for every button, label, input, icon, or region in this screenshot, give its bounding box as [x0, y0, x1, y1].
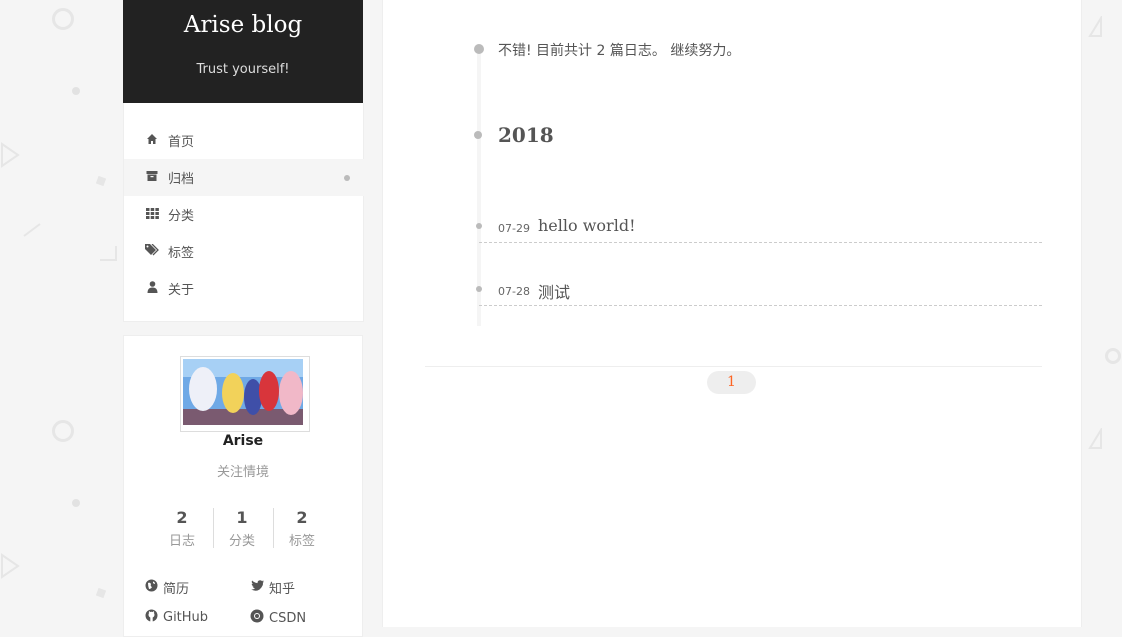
archive-summary: 不错! 目前共计 2 篇日志。 继续努力。	[498, 43, 741, 59]
site-title[interactable]: Arise blog	[123, 12, 363, 38]
bg-triangle-decoration	[1088, 16, 1102, 37]
post-title-link[interactable]: hello world!	[538, 216, 636, 235]
pagination-current-page[interactable]: 1	[707, 371, 756, 394]
author-description: 关注情境	[216, 465, 269, 480]
link-csdn[interactable]: CSDN	[250, 609, 306, 627]
main-content: 不错! 目前共计 2 篇日志。 继续努力。 2018 07-29 hello w…	[382, 0, 1082, 627]
site-brand: Arise blog Trust yourself!	[123, 0, 363, 103]
link-label: 知乎	[269, 582, 296, 597]
grid-icon	[145, 207, 159, 222]
archive-year: 2018	[498, 123, 554, 147]
twitter-icon	[250, 580, 264, 595]
post-title-link[interactable]: 测试	[538, 279, 570, 303]
stat-categories[interactable]: 1 分类	[212, 508, 272, 549]
menu-item-label: 关于	[168, 283, 195, 298]
tags-icon	[145, 243, 159, 259]
bg-circle-decoration	[52, 8, 74, 30]
author-card: Arise 关注情境 2 日志 1 分类 2 标签 简历 知乎 GitHub C…	[123, 335, 363, 637]
menu-item-about[interactable]: 关于	[124, 270, 364, 307]
menu-item-categories[interactable]: 分类	[124, 196, 364, 233]
stat-tags[interactable]: 2 标签	[272, 508, 332, 549]
user-icon	[145, 281, 159, 296]
bg-square-decoration	[95, 587, 107, 599]
timeline-dot	[474, 131, 482, 139]
author-name: Arise	[222, 433, 264, 449]
sidebar-menu: 首页 归档 分类 标签 关于	[123, 103, 364, 322]
bg-circle-decoration	[1105, 348, 1121, 364]
bg-triangle-decoration	[1088, 428, 1102, 449]
home-icon	[145, 133, 159, 148]
bg-triangle-decoration	[1, 553, 20, 579]
stat-count: 1	[236, 508, 248, 527]
archive-post[interactable]: 07-29 hello world!	[479, 216, 1042, 243]
post-date: 07-29	[498, 222, 530, 235]
bg-dot-decoration	[72, 499, 80, 507]
pagination-divider	[425, 366, 1042, 367]
stat-label: 标签	[288, 534, 315, 549]
bg-dot-decoration	[72, 87, 80, 95]
menu-item-label: 分类	[168, 209, 195, 224]
archive-icon	[145, 170, 159, 185]
active-indicator-dot	[344, 175, 350, 181]
globe-icon	[144, 579, 158, 596]
menu-item-archives[interactable]: 归档	[124, 159, 364, 196]
menu-item-label: 首页	[168, 135, 195, 150]
menu-item-label: 标签	[168, 246, 195, 261]
menu-item-home[interactable]: 首页	[124, 122, 364, 159]
bg-corner-decoration	[100, 246, 117, 261]
menu-item-label: 归档	[168, 172, 195, 187]
stat-count: 2	[176, 508, 188, 527]
stat-count: 2	[296, 508, 308, 527]
bg-circle-decoration	[52, 420, 74, 442]
bg-square-decoration	[95, 175, 107, 187]
timeline-dot	[474, 44, 484, 54]
link-label: GitHub	[163, 610, 209, 625]
archive-post[interactable]: 07-28 测试	[479, 279, 1042, 306]
link-label: 简历	[163, 582, 190, 597]
stat-label: 日志	[168, 534, 195, 549]
stat-posts[interactable]: 2 日志	[152, 508, 212, 549]
bg-line-decoration	[23, 223, 41, 237]
github-icon	[144, 609, 158, 626]
bg-triangle-decoration	[1, 142, 20, 168]
avatar[interactable]	[180, 356, 310, 432]
avatar-image	[183, 359, 303, 425]
stat-label: 分类	[228, 534, 255, 549]
link-resume[interactable]: 简历	[144, 578, 189, 597]
menu-item-tags[interactable]: 标签	[124, 233, 364, 270]
link-label: CSDN	[269, 610, 307, 626]
post-date: 07-28	[498, 285, 530, 298]
site-subtitle: Trust yourself!	[196, 62, 290, 77]
link-github[interactable]: GitHub	[144, 609, 208, 626]
chrome-icon	[250, 609, 264, 627]
link-zhihu[interactable]: 知乎	[250, 578, 295, 597]
